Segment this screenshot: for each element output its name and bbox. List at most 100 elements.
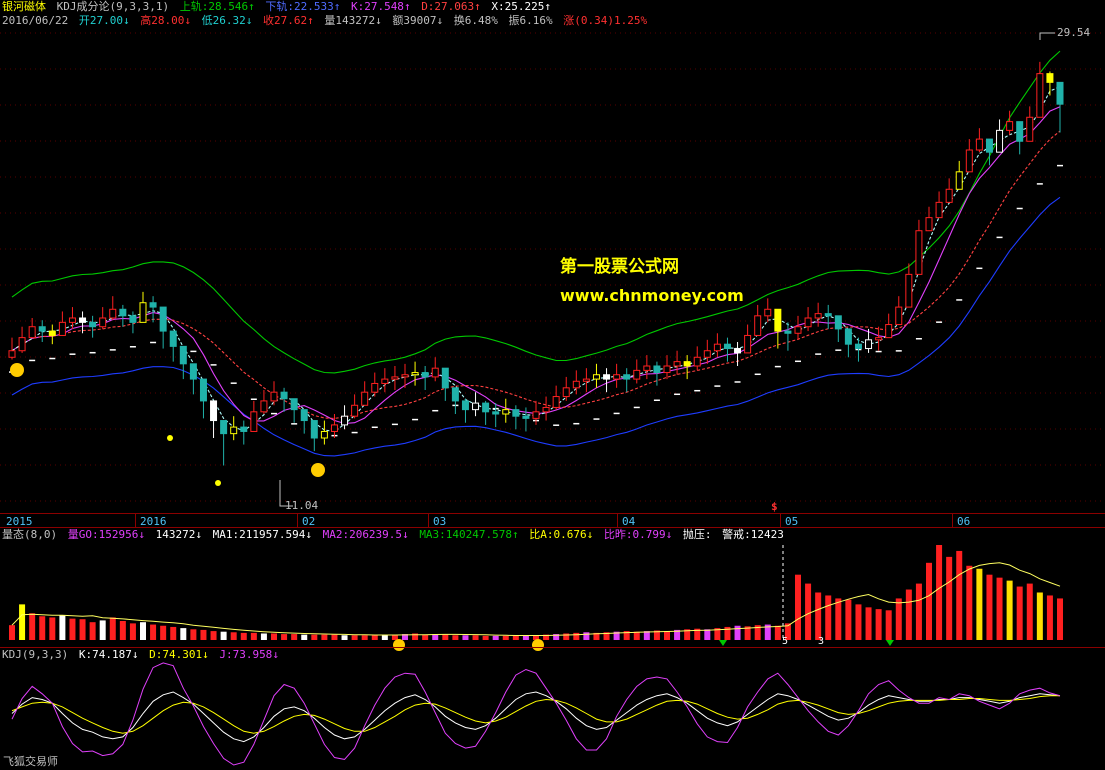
candle-body xyxy=(562,387,570,398)
candle-body xyxy=(572,380,580,389)
candle-body xyxy=(512,409,520,417)
volume-bar xyxy=(200,629,207,640)
down-arrow-icon: ↓ xyxy=(202,648,209,661)
volume-bar xyxy=(936,545,943,640)
volume-bar xyxy=(1016,586,1023,640)
candle-body xyxy=(784,330,792,334)
x-tick xyxy=(297,514,298,527)
high-label-leader xyxy=(1039,32,1055,40)
candle-body xyxy=(240,426,248,432)
candle-body xyxy=(210,400,218,422)
kdj-indicator-name[interactable]: KDJ(9,3,3) xyxy=(2,648,68,661)
candle-body xyxy=(744,334,752,354)
candle-body xyxy=(361,391,369,406)
candle-body xyxy=(542,406,550,413)
volume-bar xyxy=(956,550,963,640)
volume-bar xyxy=(462,635,469,640)
x-line xyxy=(11,86,1061,433)
volume-bar xyxy=(875,609,882,640)
candle-body xyxy=(351,404,359,417)
candle-body xyxy=(1006,121,1014,131)
volume-bar xyxy=(895,598,902,640)
volume-bar xyxy=(180,628,187,640)
volume-bar xyxy=(845,599,852,640)
volume-bar xyxy=(664,631,670,640)
candle-body xyxy=(824,313,832,317)
volume-bar xyxy=(119,621,126,640)
x-tick xyxy=(952,514,953,527)
candle-body xyxy=(341,415,349,426)
candle-body xyxy=(28,326,36,339)
kdj-k-value: K:74.187 xyxy=(78,648,132,661)
candle-body xyxy=(854,343,862,350)
volume-mark-3: 3 xyxy=(818,636,825,647)
candle-body xyxy=(290,398,298,411)
candle-body xyxy=(330,424,338,432)
volume-bar xyxy=(89,622,96,640)
k-line xyxy=(11,106,1061,425)
volume-value: 量GO:152956 xyxy=(67,528,139,541)
volume-bar xyxy=(250,632,257,640)
candle-body xyxy=(401,374,409,378)
volume-bar xyxy=(1006,580,1013,640)
candle-body xyxy=(865,339,873,350)
candle-body xyxy=(119,308,127,317)
candle-body xyxy=(441,367,449,389)
volume-bar xyxy=(351,635,358,640)
down-arrow-icon: ↓ xyxy=(272,648,279,661)
smiley-icon xyxy=(311,463,325,477)
kdj-d-value: D:74.301 xyxy=(149,648,203,661)
candle-body xyxy=(230,426,238,435)
volume-ma-line xyxy=(11,562,1061,636)
volume-header: 量态(8,0) 量GO:152956↓ 143272↓ MA1:211957.5… xyxy=(2,528,784,541)
volume-bar xyxy=(512,635,519,640)
candle-body xyxy=(643,365,651,371)
smiley-icon xyxy=(393,639,405,651)
candle-body xyxy=(149,302,157,308)
x-axis-line xyxy=(0,513,1105,514)
volume-bar xyxy=(1046,595,1053,640)
volume-bar xyxy=(331,634,338,640)
down-arrow-icon: ↓ xyxy=(586,528,594,541)
candle-body xyxy=(58,321,66,336)
candle-body xyxy=(179,345,187,365)
candle-body xyxy=(482,402,490,413)
volume-indicator-name[interactable]: 量态(8,0) xyxy=(2,528,57,541)
volume-bar xyxy=(271,633,277,640)
candle-body xyxy=(310,420,318,439)
down-arrow-icon: ↓ xyxy=(305,528,312,541)
candle-body xyxy=(169,330,177,347)
candle-body xyxy=(38,326,46,332)
volume-bar xyxy=(361,635,368,640)
candle-body xyxy=(693,356,701,367)
x-tick xyxy=(617,514,618,527)
volume-bar xyxy=(422,634,429,640)
volume-bar xyxy=(49,617,56,640)
volume-value-2: 143272 xyxy=(155,528,196,541)
candle-body xyxy=(764,308,772,317)
candle-body xyxy=(895,306,903,326)
candle-body xyxy=(754,315,762,336)
candle-body xyxy=(109,308,117,319)
footer-app-name: 飞狐交易师 xyxy=(3,755,58,768)
volume-bar xyxy=(996,577,1003,640)
candle-body xyxy=(1016,121,1024,142)
dollar-signal-icon: $ xyxy=(771,500,778,513)
volume-bar xyxy=(99,620,106,640)
watermark-title: 第一股票公式网 xyxy=(560,257,679,277)
candle-body xyxy=(421,372,429,378)
candle-body xyxy=(1026,116,1034,142)
down-triangle-icon xyxy=(719,640,727,646)
candle-body xyxy=(834,315,842,330)
candle-body xyxy=(794,326,802,334)
down-triangle-icon xyxy=(886,640,894,646)
volume-bar xyxy=(855,604,862,640)
kdj-header: KDJ(9,3,3) K:74.187↓ D:74.301↓ J:73.958↓ xyxy=(2,648,283,662)
x-tick xyxy=(780,514,781,527)
candle-body xyxy=(965,149,973,173)
candle-body xyxy=(633,369,641,380)
candle-body xyxy=(18,337,26,352)
candle-body xyxy=(935,201,943,219)
candle-body xyxy=(673,361,681,367)
upper-band-line xyxy=(11,50,1061,374)
